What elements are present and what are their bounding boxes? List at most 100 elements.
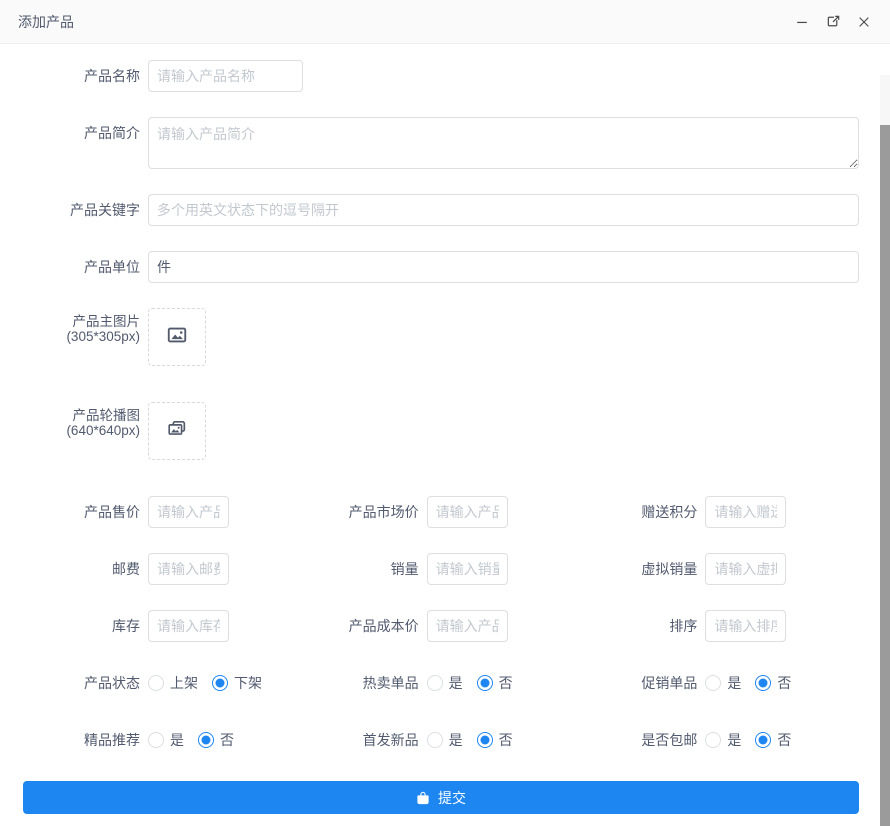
field-sales: 销量 — [302, 553, 581, 585]
field-promo: 促销单品 是 否 — [580, 667, 859, 699]
carousel-image-label-line2: (640*640px) — [23, 424, 140, 439]
first-new-option-yes-label: 是 — [449, 730, 463, 750]
window-controls — [794, 14, 872, 30]
field-points: 赠送积分 — [580, 496, 859, 528]
promo-radio-group: 是 否 — [705, 667, 791, 699]
minimize-icon[interactable] — [794, 14, 810, 30]
points-input[interactable] — [705, 496, 786, 528]
form-row-product-name: 产品名称 — [23, 60, 859, 92]
field-cost-price: 产品成本价 — [302, 610, 581, 642]
virtual-sales-label: 虚拟销量 — [580, 553, 697, 585]
price-label: 产品售价 — [23, 496, 140, 528]
sales-input[interactable] — [427, 553, 508, 585]
free-shipping-option-yes[interactable]: 是 — [705, 730, 741, 750]
first-new-option-yes[interactable]: 是 — [427, 730, 463, 750]
radio-unchecked-icon[interactable] — [705, 732, 721, 748]
market-price-label: 产品市场价 — [302, 496, 419, 528]
field-price: 产品售价 — [23, 496, 302, 528]
promo-label: 促销单品 — [580, 667, 697, 699]
radio-unchecked-icon[interactable] — [705, 675, 721, 691]
radio-checked-icon[interactable] — [755, 675, 771, 691]
product-name-label: 产品名称 — [23, 60, 140, 92]
submit-button[interactable]: 提交 — [23, 781, 859, 814]
form-row-prices-2: 邮费 销量 虚拟销量 — [23, 553, 859, 585]
virtual-sales-input[interactable] — [705, 553, 786, 585]
radio-checked-icon[interactable] — [477, 732, 493, 748]
product-name-control — [148, 60, 859, 92]
price-input[interactable] — [148, 496, 229, 528]
scrollbar-thumb[interactable] — [880, 125, 890, 826]
unit-input[interactable] — [148, 251, 859, 283]
close-icon[interactable] — [856, 14, 872, 30]
postage-input[interactable] — [148, 553, 229, 585]
radio-checked-icon[interactable] — [212, 675, 228, 691]
unit-control — [148, 251, 859, 283]
field-market-price: 产品市场价 — [302, 496, 581, 528]
hot-option-yes-label: 是 — [449, 673, 463, 693]
postage-label: 邮费 — [23, 553, 140, 585]
radio-checked-icon[interactable] — [755, 732, 771, 748]
hot-label: 热卖单品 — [302, 667, 419, 699]
form-row-submit: 提交 — [23, 781, 859, 814]
radio-unchecked-icon[interactable] — [427, 732, 443, 748]
featured-option-no[interactable]: 否 — [198, 730, 234, 750]
hot-radio-group: 是 否 — [427, 667, 513, 699]
carousel-image-label: 产品轮播图 (640*640px) — [23, 402, 140, 460]
first-new-radio-group: 是 否 — [427, 724, 513, 756]
sort-input[interactable] — [705, 610, 786, 642]
scrollbar-track[interactable] — [880, 75, 890, 826]
main-image-label: 产品主图片 (305*305px) — [23, 308, 140, 366]
radio-checked-icon[interactable] — [477, 675, 493, 691]
field-sort: 排序 — [580, 610, 859, 642]
status-option-on[interactable]: 上架 — [148, 673, 198, 693]
product-intro-label: 产品简介 — [23, 117, 140, 169]
form-row-main-image: 产品主图片 (305*305px) — [23, 308, 859, 366]
field-stock: 库存 — [23, 610, 302, 642]
keywords-control — [148, 194, 859, 226]
field-postage: 邮费 — [23, 553, 302, 585]
radio-unchecked-icon[interactable] — [427, 675, 443, 691]
featured-label: 精品推荐 — [23, 724, 140, 756]
product-name-input[interactable] — [148, 60, 303, 92]
status-option-off[interactable]: 下架 — [212, 673, 262, 693]
radio-checked-icon[interactable] — [198, 732, 214, 748]
main-image-label-line1: 产品主图片 — [23, 315, 140, 330]
hot-option-no[interactable]: 否 — [477, 673, 513, 693]
form-row-keywords: 产品关键字 — [23, 194, 859, 226]
carousel-image-upload-button[interactable] — [148, 402, 206, 460]
market-price-input[interactable] — [427, 496, 508, 528]
keywords-label: 产品关键字 — [23, 194, 140, 226]
form-row-radios-2: 精品推荐 是 否 首发新品 是 — [23, 724, 859, 756]
carousel-image-label-line1: 产品轮播图 — [23, 409, 140, 424]
promo-option-yes-label: 是 — [727, 673, 741, 693]
main-image-upload-button[interactable] — [148, 308, 206, 366]
promo-option-yes[interactable]: 是 — [705, 673, 741, 693]
form-row-carousel-image: 产品轮播图 (640*640px) — [23, 402, 859, 460]
promo-option-no-label: 否 — [777, 673, 791, 693]
field-hot: 热卖单品 是 否 — [302, 667, 581, 699]
images-icon — [166, 418, 188, 445]
promo-option-no[interactable]: 否 — [755, 673, 791, 693]
cost-price-input[interactable] — [427, 610, 508, 642]
first-new-option-no[interactable]: 否 — [477, 730, 513, 750]
product-intro-textarea[interactable] — [148, 117, 859, 169]
status-option-on-label: 上架 — [170, 673, 198, 693]
hot-option-yes[interactable]: 是 — [427, 673, 463, 693]
free-shipping-option-no[interactable]: 否 — [755, 730, 791, 750]
form-row-prices-1: 产品售价 产品市场价 赠送积分 — [23, 496, 859, 528]
bag-icon — [416, 791, 430, 805]
keywords-input[interactable] — [148, 194, 859, 226]
field-free-shipping: 是否包邮 是 否 — [580, 724, 859, 756]
radio-unchecked-icon[interactable] — [148, 732, 164, 748]
stock-input[interactable] — [148, 610, 229, 642]
featured-option-yes-label: 是 — [170, 730, 184, 750]
radio-unchecked-icon[interactable] — [148, 675, 164, 691]
form-row-product-intro: 产品简介 — [23, 117, 859, 169]
product-intro-control — [148, 117, 859, 169]
featured-option-yes[interactable]: 是 — [148, 730, 184, 750]
titlebar: 添加产品 — [0, 0, 890, 44]
maximize-icon[interactable] — [825, 14, 841, 30]
field-virtual-sales: 虚拟销量 — [580, 553, 859, 585]
status-option-off-label: 下架 — [234, 673, 262, 693]
sales-label: 销量 — [302, 553, 419, 585]
